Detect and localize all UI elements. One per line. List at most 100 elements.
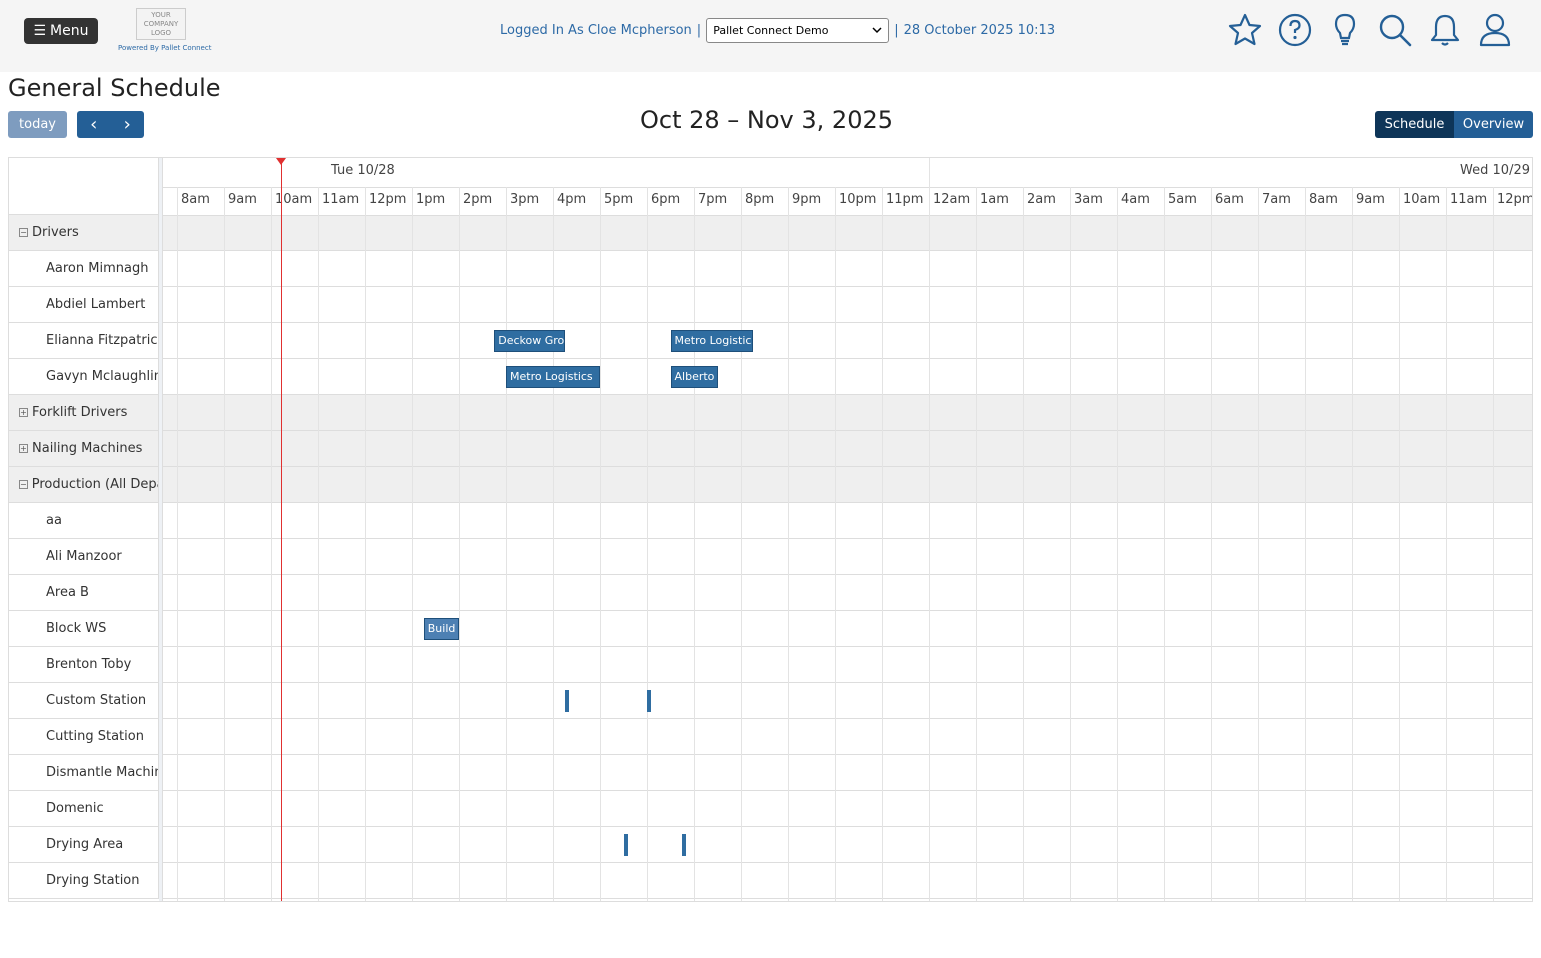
bell-icon[interactable]	[1427, 10, 1463, 50]
overview-view-button[interactable]: Overview	[1454, 111, 1533, 138]
hour-label: 6am	[1215, 192, 1244, 207]
grid-line	[163, 502, 1532, 503]
today-button[interactable]: today	[8, 111, 67, 138]
timeline-area[interactable]: 8am 9am 10am 11am 12pm 1pm 2pm 3pm 4pm 5pm 6pm 7pm 8…	[163, 158, 1533, 901]
resource-label: Nailing Machines	[32, 441, 143, 456]
company-select[interactable]: Pallet Connect Demo	[706, 18, 890, 43]
grid-line	[163, 790, 1532, 791]
grid-line	[163, 574, 1532, 575]
chevron-down-icon	[872, 24, 882, 37]
resource-label: Production (All Depar	[31, 477, 159, 492]
grid-line	[163, 358, 1532, 359]
hour-label: 7am	[1262, 192, 1291, 207]
resource-row[interactable]: Domenic	[9, 791, 159, 827]
resource-label: Block WS	[46, 621, 107, 636]
hour-gridline	[835, 187, 836, 901]
menu-label: Menu	[50, 23, 89, 39]
hour-label: 8am	[181, 192, 210, 207]
grid-line	[163, 826, 1532, 827]
hour-label: 12am	[933, 192, 971, 207]
logo-text: YOUR COMPANY LOGO	[143, 11, 179, 37]
hour-gridline	[600, 187, 601, 901]
hour-gridline	[412, 187, 413, 901]
hour-gridline	[177, 187, 178, 901]
hour-gridline	[553, 187, 554, 901]
resource-row[interactable]: Elianna Fitzpatrick	[9, 323, 159, 359]
hour-label: 11am	[1450, 192, 1488, 207]
hour-gridline	[224, 187, 225, 901]
schedule-event-marker[interactable]	[647, 690, 651, 712]
collapse-icon[interactable]: −	[19, 228, 28, 237]
menu-button[interactable]: ☰ Menu	[24, 18, 98, 44]
resource-row[interactable]: Gavyn Mclaughlin	[9, 359, 159, 395]
resource-row[interactable]: Abdiel Lambert	[9, 287, 159, 323]
schedule-event-marker[interactable]	[682, 834, 687, 856]
resource-label: Drying Station	[46, 873, 140, 888]
expand-icon[interactable]: +	[19, 444, 28, 453]
top-bar: ☰ Menu YOUR COMPANY LOGO Powered By Pall…	[0, 0, 1541, 72]
hour-label: 3am	[1074, 192, 1103, 207]
resource-group[interactable]: + Nailing Machines	[9, 431, 159, 467]
resource-label: Brenton Toby	[46, 657, 132, 672]
resource-column: − Drivers Aaron Mimnagh Abdiel Lambert Elian…	[9, 215, 159, 899]
resource-row[interactable]: Dismantle Machine	[9, 755, 159, 791]
hour-gridline	[788, 187, 789, 901]
resource-row[interactable]: Area B	[9, 575, 159, 611]
scheduler-grid: − Drivers Aaron Mimnagh Abdiel Lambert Elian…	[8, 157, 1533, 902]
resource-label: Area B	[46, 585, 89, 600]
grid-line	[163, 322, 1532, 323]
collapse-icon[interactable]: −	[19, 480, 28, 489]
resource-row[interactable]: aa	[9, 503, 159, 539]
schedule-event[interactable]: Metro Logistics	[506, 366, 600, 388]
hour-label: 11pm	[886, 192, 924, 207]
hour-gridline	[1493, 187, 1494, 901]
hour-gridline	[1352, 187, 1353, 901]
schedule-view-button[interactable]: Schedule	[1375, 111, 1454, 138]
date-range-title: Oct 28 – Nov 3, 2025	[640, 106, 893, 134]
hour-gridline	[882, 187, 883, 901]
expand-icon[interactable]: +	[19, 408, 28, 417]
resource-group[interactable]: − Production (All Depar	[9, 467, 159, 503]
schedule-event[interactable]: Build T	[423, 618, 459, 640]
schedule-event-marker[interactable]	[564, 690, 569, 712]
grid-line	[163, 538, 1532, 539]
schedule-event-marker[interactable]	[623, 834, 628, 856]
schedule-event[interactable]: Metro Logistics	[670, 330, 753, 352]
chevron-right-icon: ›	[123, 114, 131, 135]
hour-gridline	[1117, 187, 1118, 901]
hour-label: 1pm	[416, 192, 446, 207]
resource-row[interactable]: Cutting Station	[9, 719, 159, 755]
schedule-event[interactable]: Deckow Grou	[494, 330, 565, 352]
user-icon[interactable]	[1477, 10, 1513, 50]
hour-label: 10pm	[839, 192, 877, 207]
resource-group[interactable]: − Drivers	[9, 215, 159, 251]
resource-row[interactable]: Drying Station	[9, 863, 159, 899]
date-nav: ‹ ›	[77, 111, 144, 138]
next-button[interactable]: ›	[111, 111, 145, 138]
resource-row[interactable]: Custom Station	[9, 683, 159, 719]
company-logo[interactable]: YOUR COMPANY LOGO	[136, 8, 186, 40]
separator: |	[894, 23, 899, 38]
help-icon[interactable]	[1277, 10, 1313, 50]
hour-label: 9am	[1356, 192, 1385, 207]
hour-gridline	[365, 187, 366, 901]
resource-row[interactable]: Block WS	[9, 611, 159, 647]
search-icon[interactable]	[1377, 10, 1413, 50]
resource-row[interactable]: Ali Manzoor	[9, 539, 159, 575]
resource-label: Custom Station	[46, 693, 147, 708]
grid-line	[163, 610, 1532, 611]
resource-label: Gavyn Mclaughlin	[46, 369, 159, 384]
schedule-event[interactable]: Alberto I	[670, 366, 718, 388]
prev-button[interactable]: ‹	[77, 111, 111, 138]
resource-row[interactable]: Drying Area	[9, 827, 159, 863]
resource-row[interactable]: Brenton Toby	[9, 647, 159, 683]
hour-label: 12pm	[1497, 192, 1533, 207]
star-icon[interactable]	[1227, 10, 1263, 50]
lightbulb-icon[interactable]	[1327, 10, 1363, 50]
resource-label: Abdiel Lambert	[46, 297, 146, 312]
resource-row[interactable]: Aaron Mimnagh	[9, 251, 159, 287]
hour-label: 4pm	[557, 192, 587, 207]
resource-group[interactable]: + Forklift Drivers	[9, 395, 159, 431]
grid-line	[163, 718, 1532, 719]
grid-line	[163, 250, 1532, 251]
